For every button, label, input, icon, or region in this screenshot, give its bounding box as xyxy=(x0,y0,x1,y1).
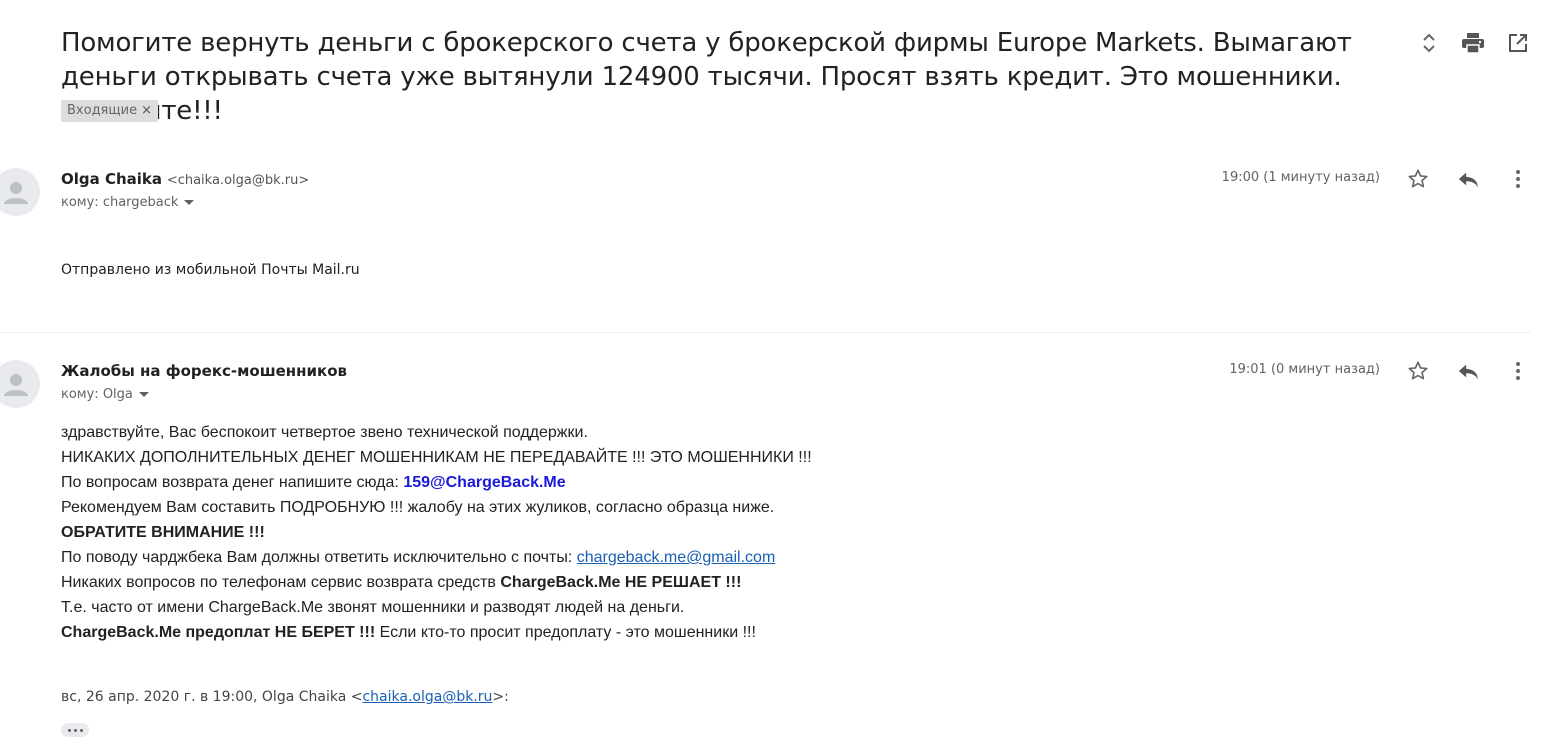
sender-name: Жалобы на форекс-мошенников xyxy=(61,362,348,380)
body-line: НИКАКИХ ДОПОЛНИТЕЛЬНЫХ ДЕНЕГ МОШЕННИКАМ … xyxy=(61,449,812,466)
quote-text: вс, 26 апр. 2020 г. в 19:00, Olga Chaika… xyxy=(61,689,363,705)
quote-email-link[interactable]: chaika.olga@bk.ru xyxy=(362,689,492,705)
recipient-text: кому: chargeback xyxy=(61,195,179,210)
reply-icon[interactable] xyxy=(1456,167,1480,191)
body-line: ChargeBack.Me предоплат НЕ БЕРЕТ !!! Есл… xyxy=(61,620,812,645)
body-line: Никаких вопросов по телефонам сервис воз… xyxy=(61,570,812,595)
thread-subject: Помогите вернуть деньги с брокерского сч… xyxy=(61,28,1352,126)
sender[interactable]: Olga Chaika <chaika.olga@bk.ru> xyxy=(61,170,309,188)
dot xyxy=(73,728,77,732)
message-divider xyxy=(0,332,1531,333)
reply-icon[interactable] xyxy=(1456,359,1480,383)
body-line: здравствуйте, Вас беспокоит четвертое зв… xyxy=(61,424,588,441)
message-body: Отправлено из мобильной Почты Mail.ru xyxy=(61,262,360,278)
body-line: По вопросам возврата денег напишите сюда… xyxy=(61,470,812,495)
body-line: Рекомендуем Вам составить ПОДРОБНУЮ !!! … xyxy=(61,499,775,516)
quote-text: >: xyxy=(492,689,509,705)
body-line: По поводу чарджбека Вам должны ответить … xyxy=(61,545,812,570)
show-trimmed-content-button[interactable] xyxy=(61,723,89,737)
star-icon[interactable] xyxy=(1406,359,1430,383)
avatar xyxy=(0,360,40,408)
avatar-person-icon xyxy=(4,374,28,396)
sender-name: Olga Chaika xyxy=(61,170,163,188)
recipient-dropdown[interactable]: кому: chargeback xyxy=(61,195,195,210)
open-in-new-window-icon[interactable] xyxy=(1506,31,1530,55)
expand-collapse-icon[interactable] xyxy=(1417,31,1441,55)
dot xyxy=(79,728,83,732)
email-link[interactable]: chargeback.me@gmail.com xyxy=(577,549,776,566)
body-line: Т.е. часто от имени ChargeBack.Me звонят… xyxy=(61,599,685,616)
body-bold-text: ChargeBack.Me НЕ РЕШАЕТ !!! xyxy=(500,574,742,591)
recipient-dropdown[interactable]: кому: Olga xyxy=(61,387,149,402)
label-chip-text: Входящие xyxy=(67,103,138,118)
body-text: Никаких вопросов по телефонам сервис воз… xyxy=(61,574,501,591)
print-icon[interactable] xyxy=(1461,31,1485,55)
message-timestamp: 19:01 (0 минут назад) xyxy=(1229,362,1380,377)
chevron-down-icon xyxy=(138,392,149,397)
chevron-down-icon xyxy=(184,200,195,205)
body-text: Если кто-то просит предоплату - это моше… xyxy=(375,624,756,641)
avatar xyxy=(0,168,40,216)
message-timestamp: 19:00 (1 минуту назад) xyxy=(1221,170,1380,185)
body-text: По поводу чарджбека Вам должны ответить … xyxy=(61,549,577,566)
body-line: ОБРАТИТЕ ВНИМАНИЕ !!! xyxy=(61,524,265,541)
contact-email-text: 159@ChargeBack.Me xyxy=(403,474,566,491)
dot xyxy=(67,728,71,732)
body-text: По вопросам возврата денег напишите сюда… xyxy=(61,474,404,491)
label-chip-inbox[interactable]: Входящие × xyxy=(61,100,158,122)
body-bold-text: ChargeBack.Me предоплат НЕ БЕРЕТ !!! xyxy=(61,624,376,641)
avatar-person-icon xyxy=(4,182,28,204)
more-vert-icon[interactable] xyxy=(1506,359,1530,383)
message-body: здравствуйте, Вас беспокоит четвертое зв… xyxy=(61,420,812,645)
recipient-text: кому: Olga xyxy=(61,387,133,402)
quote-attribution: вс, 26 апр. 2020 г. в 19:00, Olga Chaika… xyxy=(61,689,509,705)
sender-email: <chaika.olga@bk.ru> xyxy=(166,173,310,188)
sender[interactable]: Жалобы на форекс-мошенников xyxy=(61,362,347,380)
remove-label-button[interactable]: × xyxy=(141,103,152,118)
star-icon[interactable] xyxy=(1406,167,1430,191)
more-vert-icon[interactable] xyxy=(1506,167,1530,191)
